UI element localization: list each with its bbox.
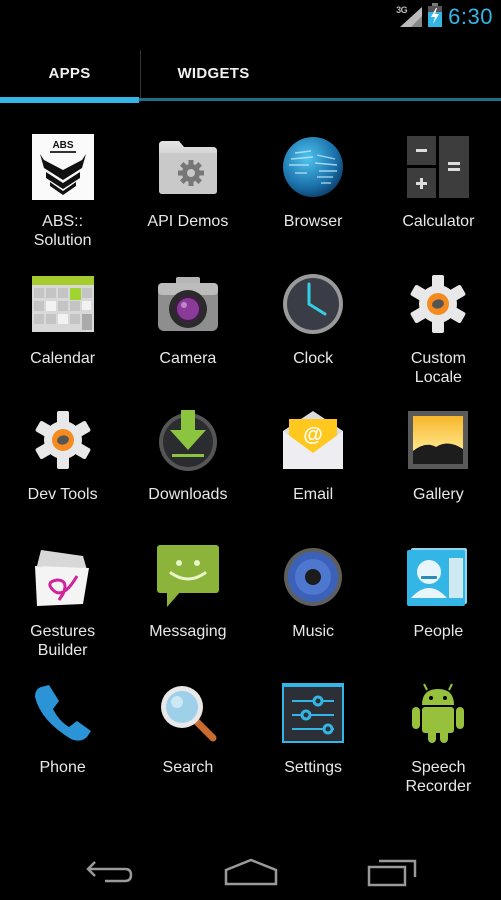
app-label: Search — [162, 759, 214, 776]
camera-icon — [155, 271, 221, 337]
app-api-demos[interactable]: API Demos — [125, 130, 250, 267]
back-icon — [86, 861, 133, 883]
status-icons: 3G 6:30 — [396, 2, 493, 32]
app-label: Speech Recorder — [405, 759, 472, 795]
app-label: Calculator — [402, 213, 475, 230]
app-downloads[interactable]: Downloads — [125, 403, 250, 540]
status-clock: 6:30 — [448, 4, 493, 29]
app-label: API Demos — [147, 213, 229, 230]
app-label: Dev Tools — [27, 486, 98, 503]
app-settings[interactable]: Settings — [251, 676, 376, 813]
app-calendar[interactable]: Calendar — [0, 267, 125, 404]
navigation-bar — [0, 834, 501, 900]
app-label: Downloads — [148, 486, 228, 503]
svg-text:ABS: ABS — [52, 140, 73, 151]
calendar-icon — [30, 271, 96, 337]
app-label: Clock — [293, 349, 334, 367]
app-label: Camera — [159, 349, 217, 367]
email-icon: @ — [280, 407, 346, 473]
app-people[interactable]: People — [376, 540, 501, 677]
download-icon — [155, 407, 221, 473]
app-label: ABS:: Solution — [33, 213, 92, 249]
app-abs-solution[interactable]: ABS ABS:: Solution — [0, 130, 125, 267]
recents-icon — [367, 859, 417, 887]
app-label: Calendar — [30, 349, 96, 367]
messaging-icon — [155, 544, 221, 610]
tab-apps-label: APPS — [48, 64, 91, 82]
abs-logo-icon: ABS — [30, 134, 96, 200]
app-phone[interactable]: Phone — [0, 676, 125, 813]
globe-icon — [280, 134, 346, 200]
speaker-icon — [280, 544, 346, 610]
app-music[interactable]: Music — [251, 540, 376, 677]
app-label: Settings — [284, 759, 343, 776]
tab-widgets[interactable]: WIDGETS — [141, 44, 286, 102]
app-grid: ABS ABS:: Solution API Demos Browser Cal… — [0, 130, 501, 813]
app-label: Custom Locale — [410, 349, 466, 386]
home-button[interactable] — [216, 852, 286, 892]
app-label: Email — [293, 486, 334, 503]
app-label: Music — [292, 622, 335, 640]
calculator-icon — [405, 134, 471, 200]
clock-icon — [280, 271, 346, 337]
sliders-icon — [280, 680, 346, 746]
gear-icon — [405, 271, 471, 337]
app-speech-recorder[interactable]: Speech Recorder — [376, 676, 501, 813]
tab-apps[interactable]: APPS — [0, 44, 139, 102]
phone-icon — [30, 680, 96, 746]
status-bar: 3G 6:30 — [0, 0, 501, 34]
app-clock[interactable]: Clock — [251, 267, 376, 404]
app-messaging[interactable]: Messaging — [125, 540, 250, 677]
gear-icon — [30, 407, 96, 473]
app-label: Gallery — [413, 486, 464, 503]
app-label: Browser — [283, 213, 343, 230]
svg-text:@: @ — [303, 424, 323, 446]
app-dev-tools[interactable]: Dev Tools — [0, 403, 125, 540]
app-label: Phone — [39, 759, 86, 776]
home-icon — [224, 858, 278, 886]
tab-selected-indicator — [0, 97, 139, 103]
app-browser[interactable]: Browser — [251, 130, 376, 267]
tab-widgets-label: WIDGETS — [177, 64, 250, 82]
gestures-icon — [30, 544, 96, 610]
app-label: Messaging — [149, 622, 227, 640]
recents-button[interactable] — [358, 852, 428, 892]
back-button[interactable] — [75, 852, 145, 892]
android-robot-icon — [405, 680, 471, 746]
app-calculator[interactable]: Calculator — [376, 130, 501, 267]
app-custom-locale[interactable]: Custom Locale — [376, 267, 501, 404]
app-gestures-builder[interactable]: Gestures Builder — [0, 540, 125, 677]
app-label: Gestures Builder — [30, 622, 96, 659]
app-search[interactable]: Search — [125, 676, 250, 813]
folder-gear-icon — [155, 134, 221, 200]
signal-icon: 3G — [396, 5, 423, 29]
app-camera[interactable]: Camera — [125, 267, 250, 404]
magnifier-icon — [155, 680, 221, 746]
app-label: People — [413, 622, 464, 640]
battery-icon — [428, 2, 443, 32]
app-email[interactable]: @ Email — [251, 403, 376, 540]
gallery-icon — [405, 407, 471, 473]
app-gallery[interactable]: Gallery — [376, 403, 501, 540]
contact-card-icon — [405, 544, 471, 610]
